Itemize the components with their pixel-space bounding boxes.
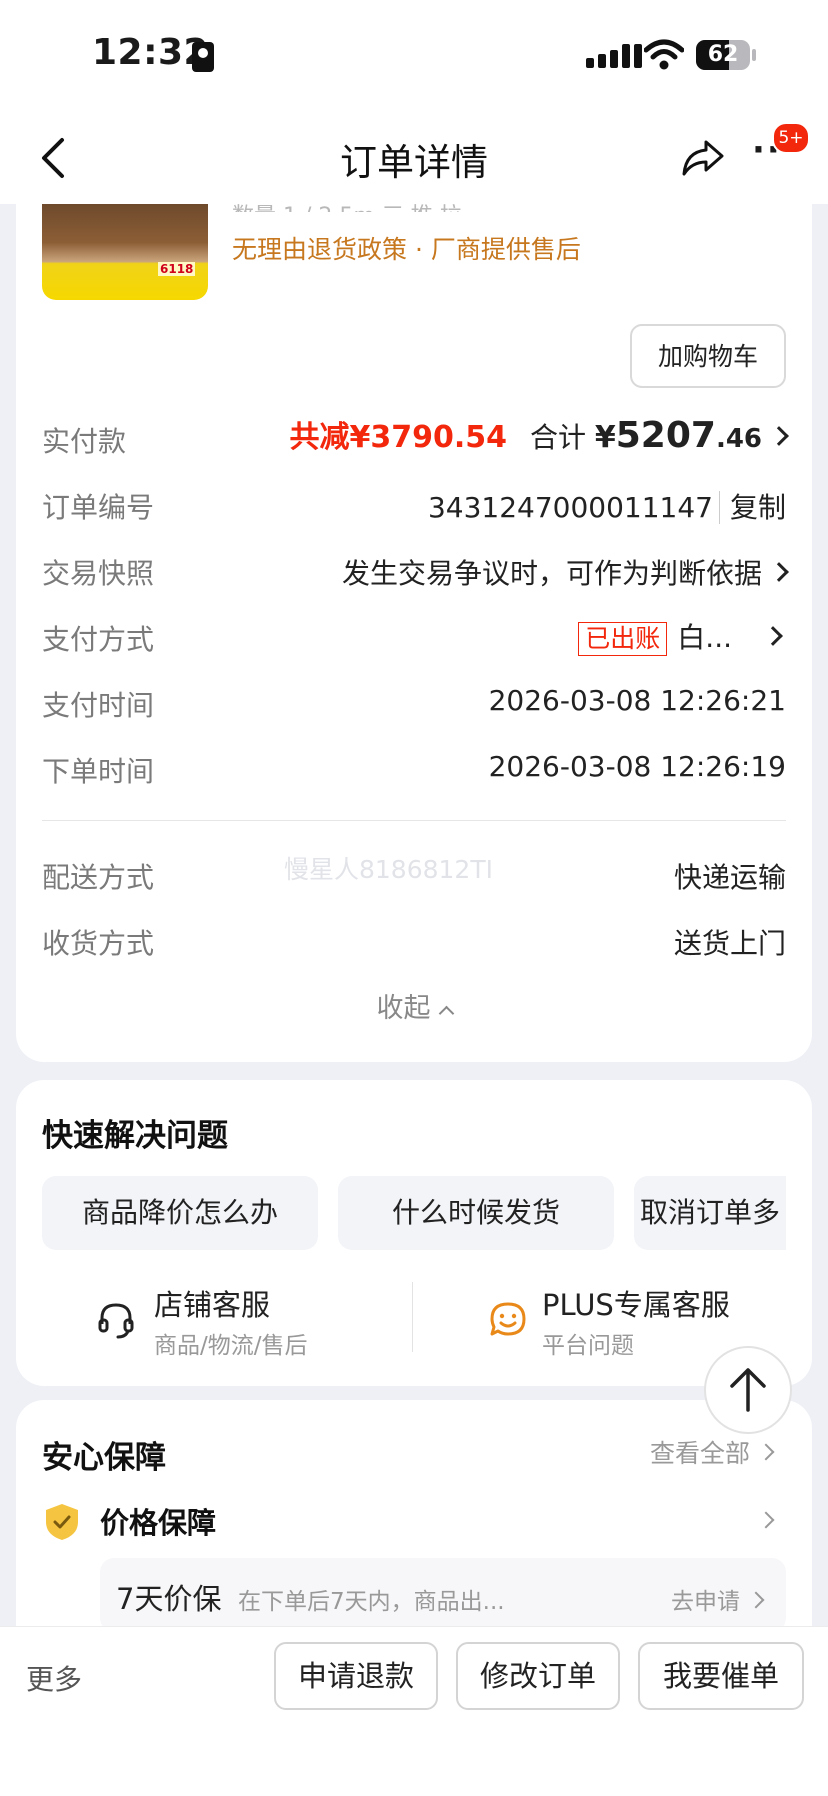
apply-link[interactable]: 去申请 — [671, 1582, 765, 1616]
share-icon[interactable] — [680, 134, 726, 180]
payment-amount[interactable]: 共减¥3790.54 合计 ¥5207.46 — [289, 412, 789, 456]
quick-chip[interactable]: 取消订单多 — [634, 1176, 786, 1250]
battery-icon: 62 — [696, 40, 750, 70]
chevron-right-icon — [769, 426, 789, 446]
add-to-cart-button[interactable]: 加购物车 — [630, 324, 786, 388]
total-integer: 5207 — [615, 415, 716, 456]
watermark: 慢星人8186812TI — [284, 855, 493, 884]
pay-method-row[interactable]: 已出账 白... — [578, 616, 783, 656]
collapse-toggle[interactable]: 收起 — [0, 986, 828, 1025]
chevron-right-icon — [747, 1591, 765, 1608]
snapshot-text: 发生交易争议时，可作为判断依据 — [341, 557, 762, 590]
price-guarantee-title: 价格保障 — [100, 1506, 217, 1540]
chevron-up-icon — [438, 1005, 454, 1022]
plus-service-sub: 平台问题 — [542, 1333, 634, 1359]
pay-time-label: 支付时间 — [42, 689, 155, 722]
separator — [412, 1282, 413, 1352]
price-protect-desc: 在下单后7天内，商品出... — [238, 1589, 505, 1615]
return-policy: 无理由退货政策 · 厂商提供售后 — [232, 235, 581, 264]
billed-tag: 已出账 — [578, 622, 668, 656]
total-currency: ¥ — [594, 420, 616, 455]
chevron-right-icon — [757, 1443, 775, 1461]
store-service-sub: 商品/物流/售后 — [154, 1333, 308, 1359]
chevron-right-icon — [769, 562, 789, 582]
thumbnail-price-tag: 6118 — [158, 262, 196, 276]
assurance-title: 安心保障 — [42, 1440, 166, 1476]
refund-button[interactable]: 申请退款 — [274, 1642, 438, 1710]
collapse-label: 收起 — [376, 993, 431, 1024]
order-number-label: 订单编号 — [42, 491, 155, 524]
payment-label: 实付款 — [42, 425, 127, 458]
total-prefix: 合计 — [529, 421, 586, 454]
apply-label: 去申请 — [671, 1589, 740, 1615]
plus-service-title: PLUS专属客服 — [542, 1288, 730, 1322]
copy-button[interactable]: 复制 — [718, 491, 786, 524]
smile-icon — [490, 1302, 526, 1336]
sim-icon — [192, 42, 214, 72]
divider — [42, 820, 786, 821]
battery-level: 62 — [707, 42, 739, 67]
chevron-right-icon — [763, 626, 783, 646]
quick-chip[interactable]: 商品降价怎么办 — [42, 1176, 318, 1250]
chevron-right-icon — [757, 1511, 775, 1528]
receive-value: 送货上门 — [673, 927, 786, 960]
product-spec: 数量 1 / 2.5m 三 推 拉 … — [232, 198, 491, 212]
order-number-row: 3431247000011147 复制 — [428, 486, 786, 526]
battery-nub — [752, 49, 756, 61]
pay-method-value: 白... — [677, 621, 732, 654]
snapshot-link[interactable]: 发生交易争议时，可作为判断依据 — [341, 552, 789, 592]
store-service-title: 店铺客服 — [154, 1288, 271, 1322]
order-time-label: 下单时间 — [42, 755, 155, 788]
shield-check-icon — [46, 1504, 78, 1540]
order-time-value: 2026-03-08 12:26:19 — [488, 750, 786, 783]
total-decimal: .46 — [715, 424, 762, 454]
notification-badge: 5+ — [772, 122, 810, 154]
product-thumbnail[interactable]: 6118 — [42, 204, 208, 300]
price-protect-title: 7天价保 — [116, 1582, 222, 1616]
order-number: 3431247000011147 — [427, 491, 713, 524]
back-to-top-button[interactable] — [704, 1346, 792, 1434]
urge-order-button[interactable]: 我要催单 — [638, 1642, 804, 1710]
pay-time-value: 2026-03-08 12:26:21 — [488, 684, 786, 717]
view-all-label: 查看全部 — [649, 1439, 750, 1468]
price-guarantee-arrow[interactable] — [750, 1511, 775, 1531]
wifi-icon — [644, 39, 684, 70]
signal-icon — [586, 44, 642, 68]
headset-icon — [98, 1303, 134, 1339]
quick-help-title: 快速解决问题 — [42, 1118, 228, 1154]
view-all-link[interactable]: 查看全部 — [649, 1434, 775, 1470]
snapshot-label: 交易快照 — [42, 557, 155, 590]
more-button[interactable]: 更多 — [26, 1658, 82, 1698]
quick-chip[interactable]: 什么时候发货 — [338, 1176, 614, 1250]
store-service-entry[interactable]: 店铺客服 商品/物流/售后 — [96, 1282, 396, 1362]
modify-order-button[interactable]: 修改订单 — [456, 1642, 620, 1710]
receive-label: 收货方式 — [42, 927, 155, 960]
delivery-label: 配送方式 — [42, 861, 155, 894]
delivery-value: 快递运输 — [673, 861, 786, 894]
discount-amount: 共减¥3790.54 — [289, 420, 508, 455]
pay-method-label: 支付方式 — [42, 623, 155, 656]
arrow-up-icon — [730, 1368, 766, 1412]
